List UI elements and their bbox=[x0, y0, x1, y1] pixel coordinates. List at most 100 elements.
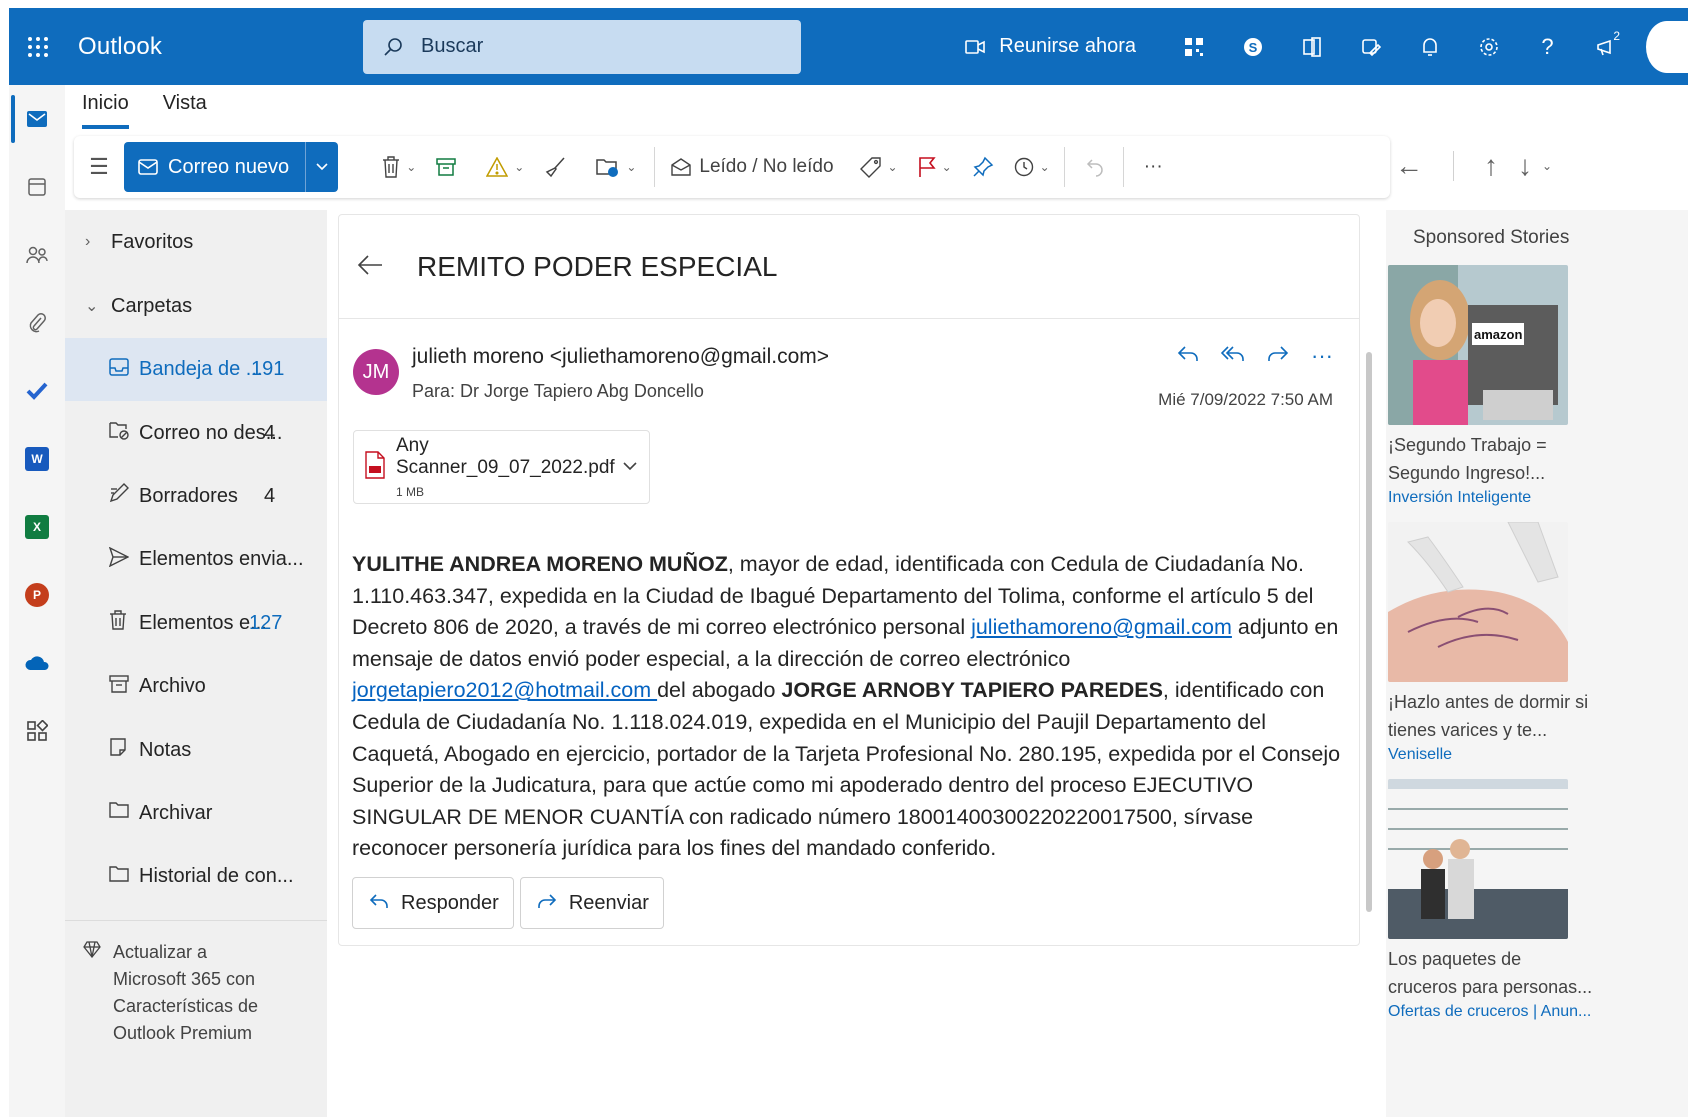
more-actions-button[interactable]: ··· bbox=[1144, 156, 1163, 178]
categorize-button[interactable]: ⌄ bbox=[859, 156, 898, 178]
feedback-megaphone-icon[interactable]: 2 bbox=[1577, 29, 1636, 57]
email-link[interactable]: jorgetapiero2012@hotmail.com bbox=[352, 678, 657, 702]
search-input[interactable]: Buscar bbox=[363, 19, 801, 74]
settings-gear-icon[interactable] bbox=[1459, 37, 1518, 57]
sweep-button[interactable] bbox=[544, 156, 566, 178]
ad-card[interactable]: amazon ¡Segundo Trabajo = Segundo Ingreso… bbox=[1388, 265, 1568, 507]
pin-button[interactable] bbox=[972, 156, 994, 178]
ad-card[interactable]: ¡Hazlo antes de dormir si tienes varices … bbox=[1388, 522, 1588, 764]
clock-icon bbox=[1014, 157, 1033, 177]
search-placeholder: Buscar bbox=[421, 35, 484, 57]
hamburger-menu-icon[interactable]: ☰ bbox=[74, 154, 124, 180]
ad-image[interactable]: amazon bbox=[1388, 265, 1568, 425]
archive-icon bbox=[436, 158, 456, 176]
chevron-down-icon[interactable] bbox=[623, 458, 637, 476]
undo-button[interactable] bbox=[1085, 157, 1105, 177]
nav-chevron-icon[interactable]: ⌄ bbox=[1542, 159, 1552, 173]
new-mail-main[interactable]: Correo nuevo bbox=[124, 142, 307, 192]
onedrive-icon[interactable] bbox=[9, 629, 65, 697]
reply-all-icon[interactable] bbox=[1220, 343, 1245, 369]
message-body: YULITHE ANDREA MORENO MUÑOZ, mayor de ed… bbox=[352, 549, 1352, 865]
folder-archivar[interactable]: Archivar bbox=[65, 782, 327, 845]
sender-block: JM julieth moreno <juliethamoreno@gmail.… bbox=[353, 343, 829, 402]
new-mail-button[interactable]: Correo nuevo bbox=[124, 142, 339, 192]
powerpoint-icon[interactable]: P bbox=[9, 561, 65, 629]
report-button[interactable]: ⌄ bbox=[486, 157, 524, 177]
ribbon-toolbar: ☰ Correo nuevo ⌄ ⌄ ⌄ Leído / No leído ⌄ … bbox=[74, 136, 1390, 198]
email-link[interactable]: juliethamoreno@gmail.com bbox=[971, 615, 1232, 639]
back-arrow-icon[interactable] bbox=[357, 251, 383, 283]
envelope-icon bbox=[138, 159, 158, 175]
todo-icon[interactable] bbox=[9, 357, 65, 425]
reply-icon[interactable] bbox=[1177, 343, 1199, 369]
pdf-file-icon bbox=[364, 450, 386, 484]
bell-icon[interactable] bbox=[1400, 37, 1459, 57]
calendar-edit-icon[interactable] bbox=[1341, 37, 1400, 57]
account-avatar[interactable] bbox=[1646, 20, 1688, 73]
ad-title-line: ¡Hazlo antes de dormir si bbox=[1388, 692, 1589, 712]
ribbon-divider bbox=[1063, 147, 1065, 187]
tab-vista[interactable]: Vista bbox=[163, 92, 207, 129]
ad-image[interactable] bbox=[1388, 522, 1568, 682]
body-text: , identificado con Cedula de Ciudadanía … bbox=[352, 678, 1341, 861]
sender-avatar[interactable]: JM bbox=[353, 349, 399, 395]
message-actions: ··· bbox=[1155, 343, 1333, 369]
folder-sent[interactable]: Elementos envia... bbox=[65, 528, 327, 591]
folder-deleted[interactable]: Elementos e... 127 bbox=[65, 592, 327, 655]
folder-inbox[interactable]: Bandeja de ... 191 bbox=[65, 338, 327, 402]
mail-icon[interactable] bbox=[9, 85, 65, 153]
word-icon[interactable]: W bbox=[9, 425, 65, 493]
help-icon[interactable]: ? bbox=[1518, 34, 1577, 60]
flag-button[interactable]: ⌄ bbox=[918, 156, 952, 178]
recipient-name[interactable]: Dr Jorge Tapiero Abg Doncello bbox=[460, 381, 704, 401]
more-apps-icon[interactable] bbox=[9, 697, 65, 765]
ad-title-line: tienes varices y te... bbox=[1388, 720, 1548, 740]
skype-icon[interactable]: S bbox=[1223, 37, 1282, 57]
folder-archive[interactable]: Archivo bbox=[65, 655, 327, 718]
ribbon-divider bbox=[654, 147, 656, 187]
attachment-icon[interactable] bbox=[9, 289, 65, 357]
excel-icon[interactable]: X bbox=[9, 493, 65, 561]
sender-name[interactable]: julieth moreno <juliethamoreno@gmail.com… bbox=[412, 343, 829, 371]
app-launcher-icon[interactable] bbox=[9, 8, 66, 85]
folder-notes[interactable]: Notas bbox=[65, 718, 327, 781]
ad-image[interactable] bbox=[1388, 779, 1568, 939]
attachment-card[interactable]: Any Scanner_09_07_2022.pdf 1 MB bbox=[353, 430, 650, 504]
drafts-icon bbox=[109, 483, 139, 509]
calendar-icon[interactable] bbox=[9, 153, 65, 221]
snooze-button[interactable]: ⌄ bbox=[1014, 157, 1050, 177]
more-icon[interactable]: ··· bbox=[1311, 343, 1333, 369]
qr-code-icon[interactable] bbox=[1164, 37, 1223, 56]
meet-now-button[interactable]: Reunirse ahora bbox=[965, 35, 1136, 58]
folder-icon bbox=[109, 801, 139, 825]
reading-scrollbar[interactable] bbox=[1366, 330, 1374, 920]
back-arrow-icon[interactable]: ← bbox=[1395, 150, 1423, 182]
reply-button[interactable]: Responder bbox=[352, 877, 514, 929]
move-to-button[interactable]: ⌄ bbox=[596, 156, 636, 178]
unread-count: 4 bbox=[264, 421, 276, 444]
ad-card[interactable]: Los paquetes de cruceros para personas...… bbox=[1388, 779, 1592, 1021]
app-brand[interactable]: Outlook bbox=[78, 33, 363, 61]
folder-pane: › Favoritos ⌄ Carpetas Bandeja de ... 19… bbox=[65, 210, 327, 1117]
favorites-header[interactable]: › Favoritos bbox=[65, 210, 327, 274]
forward-icon[interactable] bbox=[1267, 343, 1289, 369]
people-icon[interactable] bbox=[9, 221, 65, 289]
notes-icon bbox=[109, 737, 139, 763]
previous-arrow-icon[interactable]: ↑ bbox=[1484, 150, 1498, 182]
upgrade-premium-link[interactable]: Actualizar a Microsoft 365 con Caracterí… bbox=[65, 920, 327, 1047]
onenote-feed-icon[interactable] bbox=[1282, 36, 1341, 57]
forward-button[interactable]: Reenviar bbox=[519, 877, 664, 929]
folder-drafts[interactable]: Borradores 4 bbox=[65, 465, 327, 528]
search-icon bbox=[384, 37, 402, 56]
new-mail-dropdown-chevron-icon[interactable] bbox=[306, 163, 338, 171]
folder-junk[interactable]: Correo no des... 4 bbox=[65, 401, 327, 464]
delete-button[interactable]: ⌄ bbox=[382, 156, 416, 178]
folder-label: Bandeja de ... bbox=[139, 358, 263, 381]
next-arrow-icon[interactable]: ↓ bbox=[1518, 150, 1532, 182]
scrollbar-thumb[interactable] bbox=[1366, 352, 1372, 912]
read-unread-button[interactable]: Leído / No leído bbox=[671, 156, 834, 178]
archive-button[interactable] bbox=[436, 157, 456, 177]
folder-history[interactable]: Historial de con... bbox=[65, 845, 327, 908]
tab-inicio[interactable]: Inicio bbox=[82, 92, 129, 129]
folders-header[interactable]: ⌄ Carpetas bbox=[65, 274, 327, 338]
